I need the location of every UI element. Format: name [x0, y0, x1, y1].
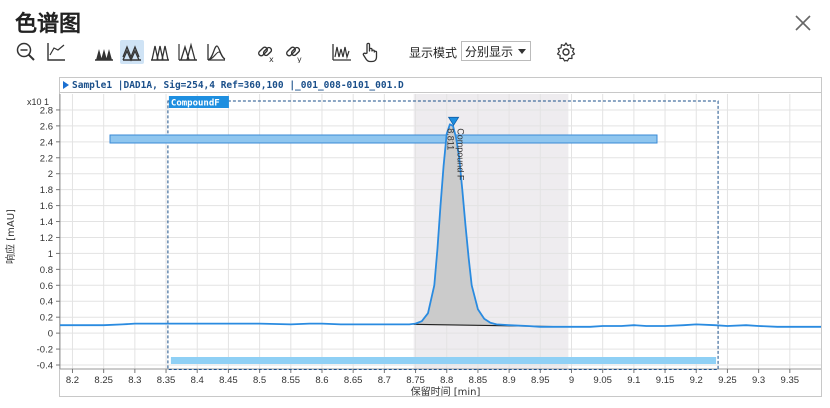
y-multiplier: x10 1 [27, 97, 49, 107]
x-tick-label: 9.3 [752, 375, 765, 386]
x-tick-label: 8.65 [344, 375, 363, 386]
x-tick-label: 9.25 [718, 375, 737, 386]
y-tick-label: 1.8 [40, 185, 53, 196]
x-tick-label: 8.35 [157, 375, 176, 386]
x-axis-label: 保留时间 [min] [411, 385, 481, 398]
y-tick-label: 0.2 [40, 313, 53, 324]
x-tick-label: 8.85 [469, 375, 488, 386]
compound-label: CompoundF [171, 99, 220, 109]
x-tick-label: 8.3 [128, 375, 141, 386]
y-tick-label: -0.2 [37, 345, 53, 356]
peak-name-label: Compound F [456, 128, 466, 181]
y-tick-label: 1.2 [40, 233, 53, 244]
y-tick-label: 0 [48, 329, 53, 340]
peak-rt-label: 8.811 [446, 128, 456, 150]
y-tick-label: 2.6 [40, 121, 53, 132]
y-tick-label: 2.8 [40, 105, 53, 116]
y-tick-label: 2.4 [40, 137, 53, 148]
x-tick-label: 8.75 [406, 375, 425, 386]
x-tick-label: 9.1 [627, 375, 640, 386]
y-tick-label: 2 [48, 169, 53, 180]
x-tick-label: 9.15 [656, 375, 675, 386]
y-tick-label: 0.6 [40, 281, 53, 292]
x-tick-label: 8.55 [282, 375, 301, 386]
x-tick-label: 8.9 [503, 375, 516, 386]
threshold-bar[interactable] [109, 134, 658, 144]
x-tick-label: 8.7 [378, 375, 391, 386]
y-tick-label: 0.8 [40, 265, 53, 276]
x-tick-label: 8.45 [219, 375, 238, 386]
y-tick-label: 1.4 [40, 217, 53, 228]
x-tick-label: 8.6 [315, 375, 328, 386]
x-tick-label: 8.8 [440, 375, 453, 386]
x-tick-label: 8.5 [253, 375, 266, 386]
y-tick-label: 0.4 [40, 297, 53, 308]
x-tick-label: 8.2 [66, 375, 79, 386]
x-tick-label: 8.95 [531, 375, 550, 386]
x-tick-label: 8.4 [191, 375, 204, 386]
y-tick-label: 1.6 [40, 201, 53, 212]
y-tick-label: 1 [48, 249, 53, 260]
x-tick-label: 9.35 [781, 375, 800, 386]
y-tick-label: -0.4 [37, 361, 53, 372]
y-axis-label: 响应 [mAU] [4, 209, 17, 264]
x-tick-label: 9 [569, 375, 574, 386]
chromatogram-chart[interactable]: 8.2 8.25 8.3 8.35 8.4 8.45 8.5 8.55 8.6 8.65 8.7 8.… [0, 0, 830, 408]
y-tick-label: 2.2 [40, 153, 53, 164]
range-bar[interactable] [170, 357, 717, 364]
x-tick-label: 9.05 [593, 375, 612, 386]
x-tick-label: 9.2 [690, 375, 703, 386]
x-tick-label: 8.25 [94, 375, 113, 386]
